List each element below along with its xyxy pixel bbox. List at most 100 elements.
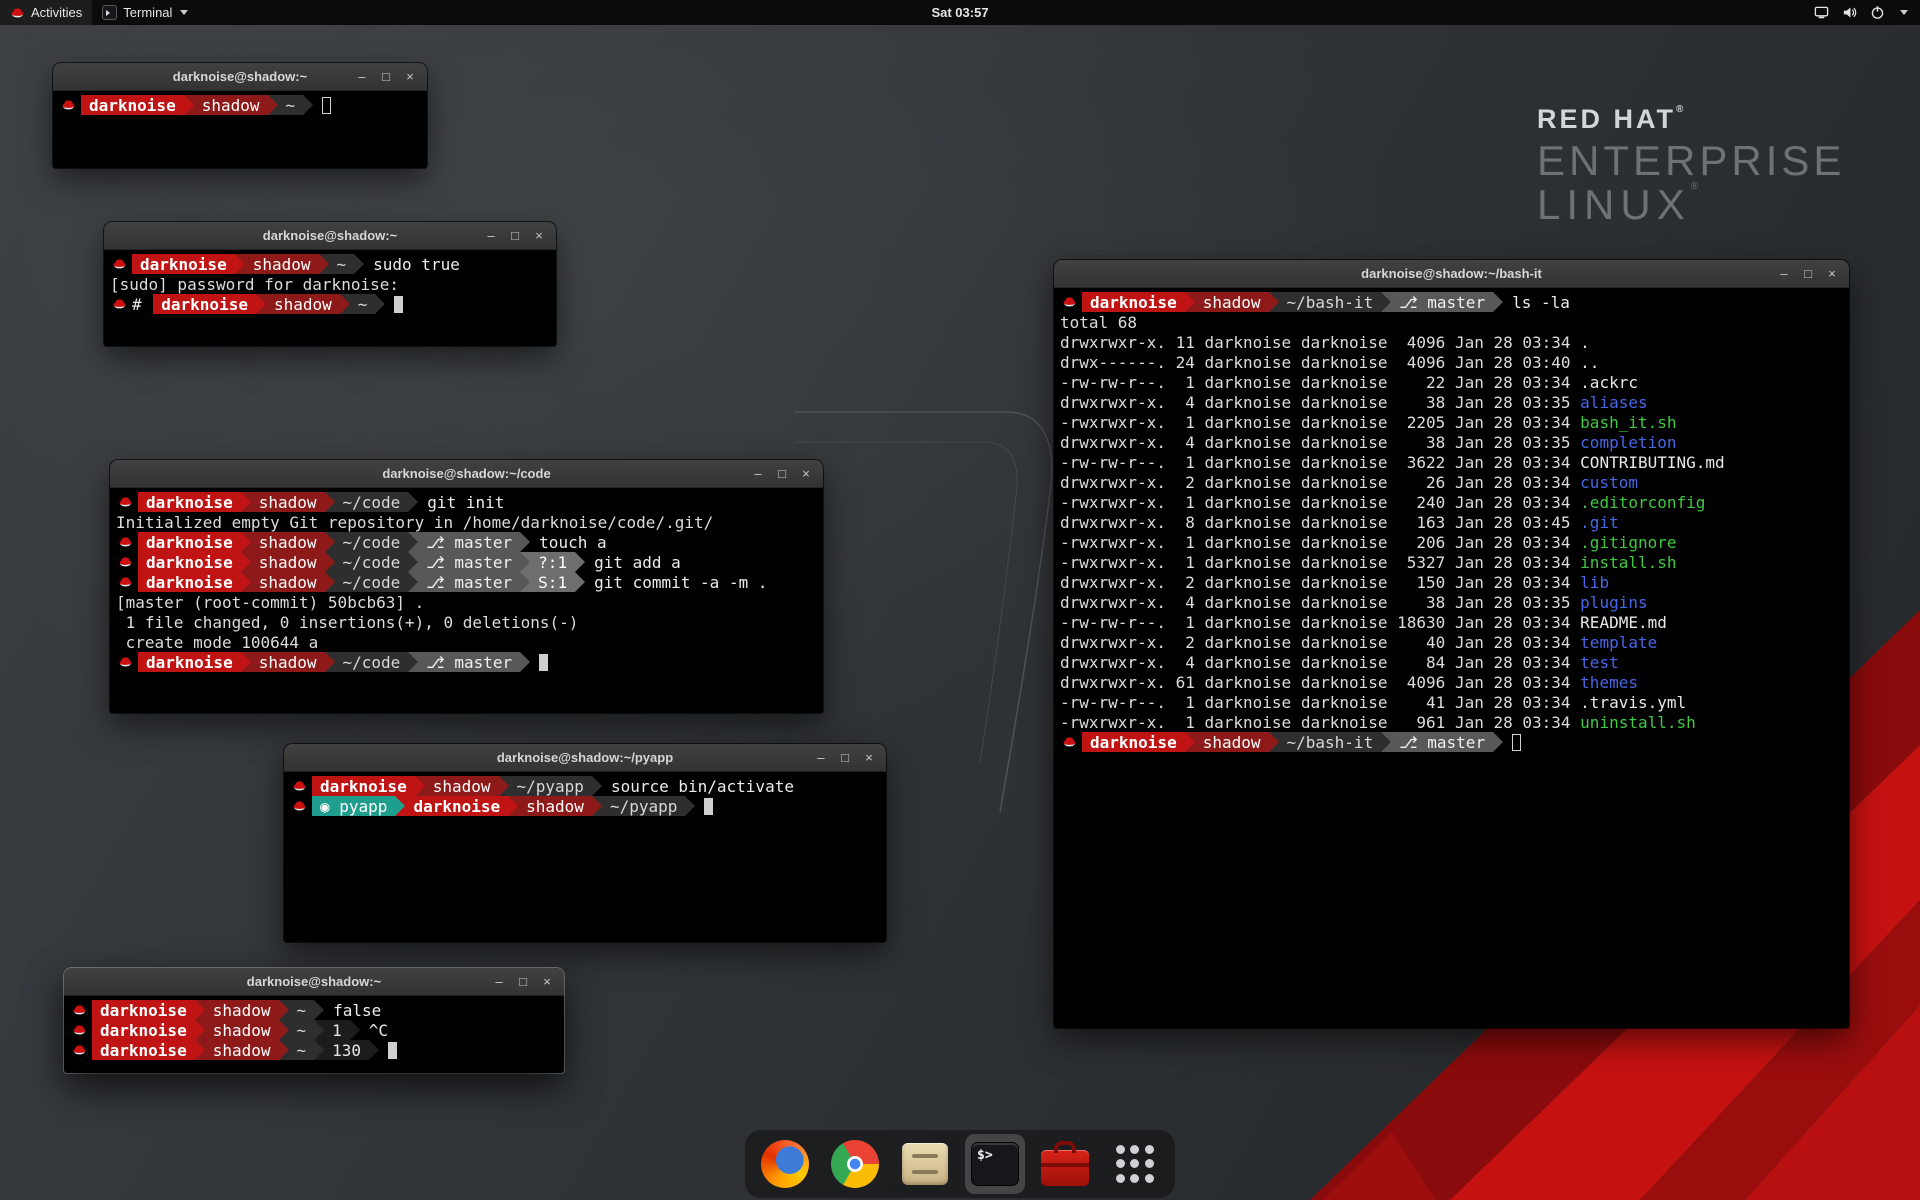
terminal-line: darknoiseshadow~1^C bbox=[70, 1020, 558, 1040]
maximize-button[interactable]: □ bbox=[517, 968, 529, 995]
terminal-line: -rwxrwxr-x. 1 darknoise darknoise 206 Ja… bbox=[1060, 532, 1843, 552]
powerline-separator-icon bbox=[314, 1040, 324, 1060]
powerline-separator-icon bbox=[520, 552, 530, 572]
activities-button[interactable]: Activities bbox=[0, 0, 92, 25]
window-controls: –□ × bbox=[752, 460, 823, 487]
close-button[interactable]: × bbox=[1826, 260, 1838, 287]
terminal-body[interactable]: darknoiseshadow~/codegit initInitialized… bbox=[110, 488, 823, 713]
terminal-line: # darknoiseshadow~ bbox=[110, 294, 550, 314]
powerline-separator-icon bbox=[1381, 292, 1391, 312]
powerline-separator-icon bbox=[319, 254, 329, 274]
clock[interactable]: Sat 03:57 bbox=[921, 0, 998, 25]
minimize-button[interactable]: – bbox=[493, 968, 505, 995]
powerline-separator-icon bbox=[575, 552, 585, 572]
prompt-segment-host: shadow bbox=[1195, 292, 1269, 312]
powerline-separator-icon bbox=[279, 1000, 289, 1020]
maximize-button[interactable]: □ bbox=[776, 460, 788, 487]
command-text: sudo true bbox=[373, 255, 460, 274]
powerline-separator-icon bbox=[314, 1020, 324, 1040]
window-titlebar[interactable]: darknoise@shadow:~/pyapp–□× bbox=[284, 744, 886, 772]
file-name: completion bbox=[1580, 433, 1676, 452]
file-name: custom bbox=[1580, 473, 1638, 492]
system-status-area[interactable] bbox=[1802, 0, 1920, 25]
minimize-button[interactable]: – bbox=[356, 63, 368, 90]
minimize-button[interactable]: – bbox=[815, 744, 827, 771]
prompt-segment-host: shadow bbox=[251, 552, 325, 572]
window-title: darknoise@shadow:~/code bbox=[110, 466, 823, 481]
close-button[interactable]: × bbox=[404, 63, 416, 90]
dock-item-toolbox[interactable] bbox=[1035, 1134, 1095, 1194]
prompt-segment-path: ~ bbox=[289, 1000, 315, 1020]
terminal-body[interactable]: darknoiseshadow~ bbox=[53, 91, 427, 168]
prompt-segment-host: shadow bbox=[1195, 732, 1269, 752]
terminal-line: drwx------. 24 darknoise darknoise 4096 … bbox=[1060, 352, 1843, 372]
terminal-body[interactable]: darknoiseshadow~sudo true[sudo] password… bbox=[104, 250, 556, 346]
window-titlebar[interactable]: darknoise@shadow:~–□× bbox=[64, 968, 564, 996]
app-menu-terminal[interactable]: Terminal bbox=[92, 0, 198, 25]
file-name: themes bbox=[1580, 673, 1638, 692]
powerline-separator-icon bbox=[520, 652, 530, 672]
window-controls: –□ × bbox=[1778, 260, 1849, 287]
dock-item-files[interactable] bbox=[895, 1134, 955, 1194]
file-name: uninstall.sh bbox=[1580, 713, 1696, 732]
brand-enterprise: ENTERPRISE bbox=[1537, 137, 1845, 185]
dock-item-firefox[interactable] bbox=[755, 1134, 815, 1194]
maximize-button[interactable]: □ bbox=[509, 222, 521, 249]
close-button[interactable]: × bbox=[800, 460, 812, 487]
prompt-segment-user: darknoise bbox=[138, 492, 241, 512]
window-titlebar[interactable]: darknoise@shadow:~–□× bbox=[53, 63, 427, 91]
file-name: aliases bbox=[1580, 393, 1647, 412]
maximize-button[interactable]: □ bbox=[1802, 260, 1814, 287]
powerline-separator-icon bbox=[1185, 292, 1195, 312]
terminal-body[interactable]: darknoiseshadow~/bash-it⎇ masterls -lato… bbox=[1054, 288, 1849, 1028]
prompt-segment-user: darknoise bbox=[92, 1020, 195, 1040]
power-icon bbox=[1870, 5, 1885, 20]
ls-row-meta: -rw-rw-r--. 1 darknoise darknoise 41 Jan… bbox=[1060, 693, 1580, 712]
dock-item-app-grid[interactable] bbox=[1105, 1134, 1165, 1194]
file-name: .editorconfig bbox=[1580, 493, 1705, 512]
terminal-line: darknoiseshadow~/code⎇ masterS:1git comm… bbox=[116, 572, 817, 592]
chevron-down-icon bbox=[180, 10, 188, 15]
output-text: create mode 100644 a bbox=[116, 633, 318, 652]
prompt-segment-user: darknoise bbox=[81, 95, 184, 115]
terminal-body[interactable]: darknoiseshadow~/pyappsource bin/activat… bbox=[284, 772, 886, 942]
maximize-button[interactable]: □ bbox=[839, 744, 851, 771]
minimize-button[interactable]: – bbox=[485, 222, 497, 249]
prompt-segment-user: darknoise bbox=[1082, 292, 1185, 312]
terminal-line: drwxrwxr-x. 2 darknoise darknoise 150 Ja… bbox=[1060, 572, 1843, 592]
prompt-segment-user: darknoise bbox=[92, 1040, 195, 1060]
maximize-button[interactable]: □ bbox=[380, 63, 392, 90]
redhat-prompt-icon bbox=[118, 534, 134, 550]
powerline-separator-icon bbox=[279, 1020, 289, 1040]
redhat-prompt-icon bbox=[292, 778, 308, 794]
dock-item-terminal[interactable]: $> bbox=[965, 1134, 1025, 1194]
file-name: lib bbox=[1580, 573, 1609, 592]
terminal-line: drwxrwxr-x. 8 darknoise darknoise 163 Ja… bbox=[1060, 512, 1843, 532]
minimize-button[interactable]: – bbox=[1778, 260, 1790, 287]
terminal-line: darknoiseshadow~/code⎇ master bbox=[116, 652, 817, 672]
window-titlebar[interactable]: darknoise@shadow:~/code–□ × bbox=[110, 460, 823, 488]
close-button[interactable]: × bbox=[533, 222, 545, 249]
prompt-segment-path: ~ bbox=[289, 1020, 315, 1040]
powerline-separator-icon bbox=[1269, 292, 1279, 312]
terminal-line: darknoiseshadow~/bash-it⎇ master bbox=[1060, 732, 1843, 752]
terminal-body[interactable]: darknoiseshadow~falsedarknoiseshadow~1^C… bbox=[64, 996, 564, 1073]
prompt-segment-path: ~/bash-it bbox=[1279, 292, 1382, 312]
close-button[interactable]: × bbox=[863, 744, 875, 771]
clock-label: Sat 03:57 bbox=[931, 5, 988, 20]
terminal-line: drwxrwxr-x. 2 darknoise darknoise 40 Jan… bbox=[1060, 632, 1843, 652]
ls-row-meta: drwx------. 24 darknoise darknoise 4096 … bbox=[1060, 353, 1580, 372]
close-button[interactable]: × bbox=[541, 968, 553, 995]
minimize-button[interactable]: – bbox=[752, 460, 764, 487]
dock-item-chrome[interactable] bbox=[825, 1134, 885, 1194]
ls-row-meta: -rw-rw-r--. 1 darknoise darknoise 3622 J… bbox=[1060, 453, 1580, 472]
window-titlebar[interactable]: darknoise@shadow:~/bash-it–□× bbox=[1054, 260, 1849, 288]
window-titlebar[interactable]: darknoise@shadow:~–□× bbox=[104, 222, 556, 250]
prompt-segment-path: ~/code bbox=[335, 532, 409, 552]
powerline-separator-icon bbox=[241, 552, 251, 572]
powerline-separator-icon bbox=[325, 532, 335, 552]
brand-redhat: RED HAT® bbox=[1537, 104, 1845, 135]
prompt-segment-path: ~ bbox=[289, 1040, 315, 1060]
output-text: Initialized empty Git repository in /hom… bbox=[116, 513, 713, 532]
prompt-segment-host: shadow bbox=[518, 796, 592, 816]
